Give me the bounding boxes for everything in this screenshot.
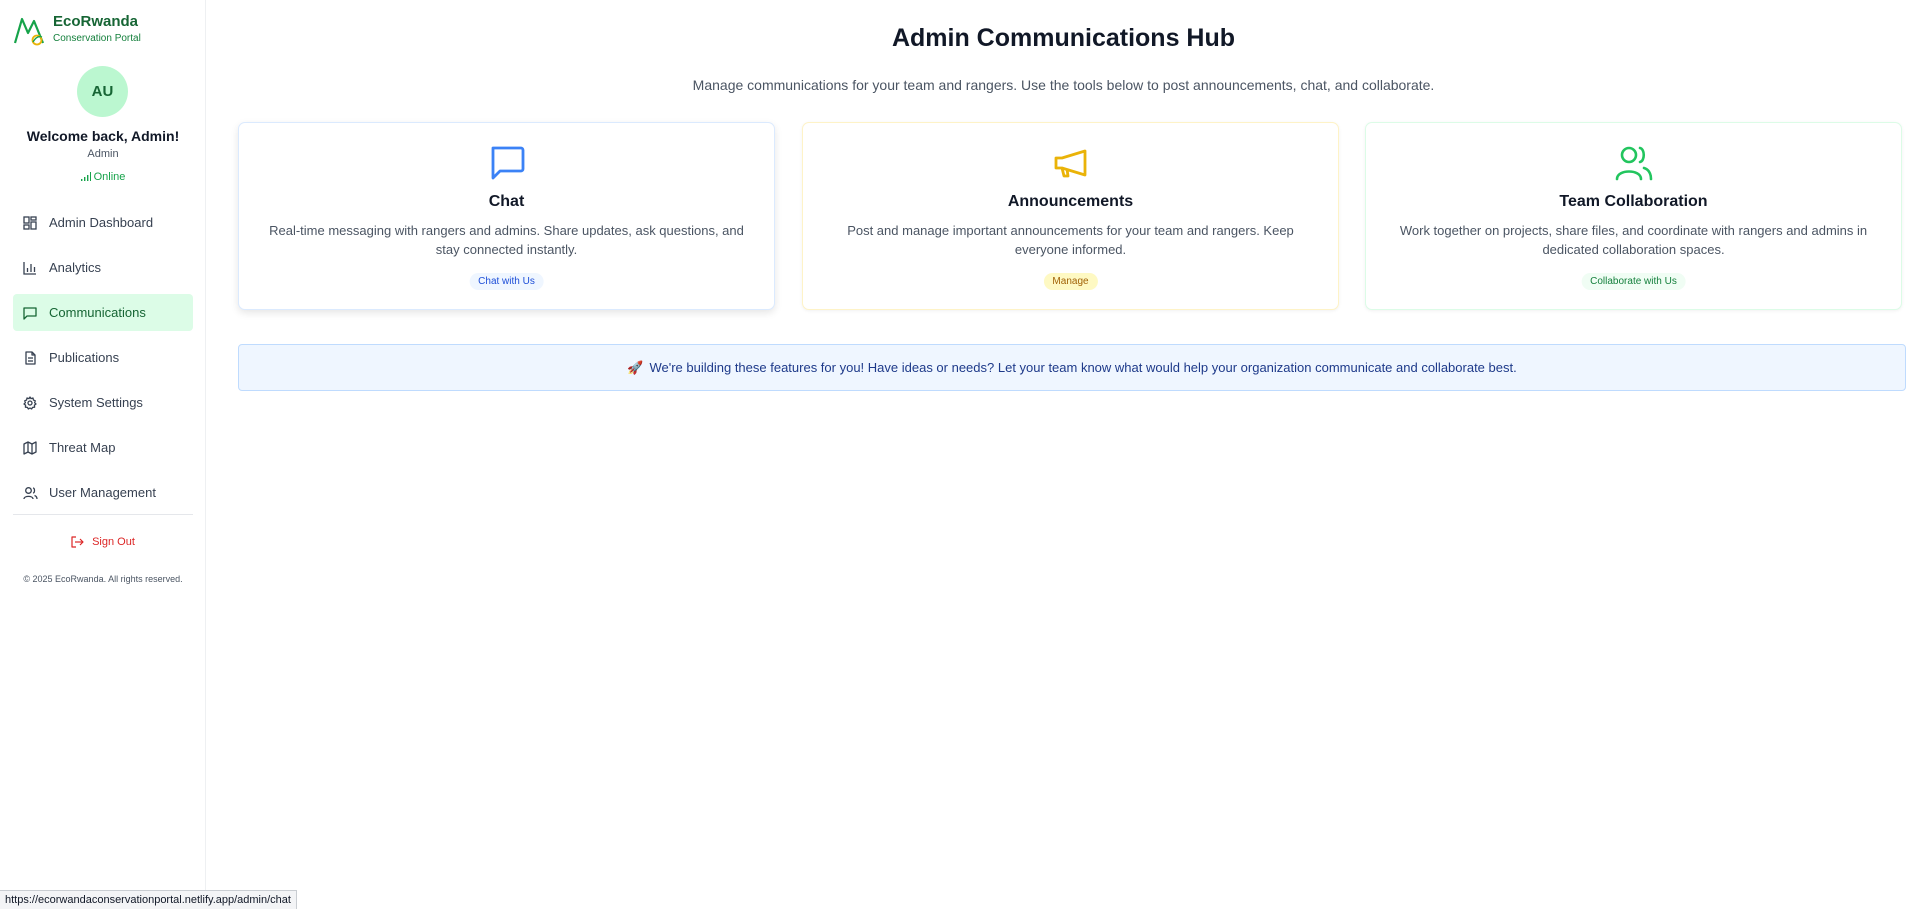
main-content: Admin Communications Hub Manage communic…	[207, 0, 1920, 909]
sidebar-item-label: Publications	[49, 350, 120, 365]
sidebar: EcoRwanda Conservation Portal AU Welcome…	[0, 0, 206, 909]
avatar[interactable]: AU	[77, 66, 128, 117]
sidebar-item-threat-map[interactable]: Threat Map	[13, 429, 193, 466]
page-title: Admin Communications Hub	[891, 24, 1236, 52]
welcome-message: Welcome back, Admin!	[26, 128, 180, 144]
card-description: Real-time messaging with rangers and adm…	[269, 223, 744, 257]
sidebar-item-analytics[interactable]: Analytics	[13, 249, 193, 286]
message-square-icon	[491, 146, 524, 180]
chat-with-us-badge[interactable]: Chat with Us	[469, 273, 544, 290]
sign-out-label: Sign Out	[92, 536, 135, 548]
map-icon	[23, 440, 39, 456]
sign-out-button[interactable]: Sign Out	[0, 536, 206, 548]
banner-text: We're building these features for you! H…	[649, 360, 1517, 375]
collaborate-with-us-badge[interactable]: Collaborate with Us	[1581, 273, 1686, 290]
users-icon	[23, 485, 39, 501]
sidebar-item-communications[interactable]: Communications	[13, 294, 193, 331]
card-description: Work together on projects, share files, …	[1399, 223, 1868, 257]
gear-icon	[23, 395, 39, 411]
sidebar-item-label: Threat Map	[49, 440, 116, 455]
signal-icon	[80, 172, 91, 181]
divider	[13, 514, 193, 515]
sidebar-item-label: User Management	[49, 485, 156, 500]
sidebar-item-user-management[interactable]: User Management	[13, 474, 193, 511]
rocket-icon: 🚀	[627, 359, 644, 375]
card-description: Post and manage important announcements …	[847, 223, 1294, 257]
brand-subtitle: Conservation Portal	[53, 33, 141, 44]
status-bar-url: https://ecorwandaconservationportal.netl…	[0, 890, 297, 909]
online-status-label: Online	[93, 171, 126, 183]
sidebar-item-label: Analytics	[49, 260, 102, 275]
sidebar-item-system-settings[interactable]: System Settings	[13, 384, 193, 421]
mountain-logo-icon	[13, 17, 45, 46]
brand[interactable]: EcoRwanda Conservation Portal	[13, 13, 141, 47]
sidebar-nav: Admin Dashboard Analytics Communications	[13, 204, 193, 519]
chat-card[interactable]: Chat Real-time messaging with rangers an…	[238, 122, 775, 310]
announcements-card[interactable]: Announcements Post and manage important …	[802, 122, 1339, 310]
user-role: Admin	[87, 148, 119, 160]
users-icon	[1615, 146, 1652, 181]
info-banner: 🚀 We're building these features for you!…	[238, 344, 1906, 391]
page-subtitle: Manage communications for your team and …	[692, 77, 1435, 93]
sidebar-item-label: Communications	[49, 305, 146, 320]
copyright: © 2025 EcoRwanda. All rights reserved.	[23, 574, 183, 584]
team-collaboration-card[interactable]: Team Collaboration Work together on proj…	[1365, 122, 1902, 310]
online-status: Online	[0, 171, 206, 183]
dashboard-grid-icon	[23, 215, 39, 231]
card-title: Announcements	[1007, 193, 1134, 210]
sidebar-item-label: System Settings	[49, 395, 143, 410]
card-title: Chat	[488, 193, 525, 210]
document-icon	[23, 350, 39, 366]
card-title: Team Collaboration	[1559, 193, 1708, 210]
brand-name: EcoRwanda	[53, 13, 139, 30]
bar-chart-icon	[23, 260, 39, 276]
sidebar-item-publications[interactable]: Publications	[13, 339, 193, 376]
megaphone-icon	[1054, 149, 1086, 178]
logout-icon	[71, 536, 84, 548]
manage-badge[interactable]: Manage	[1043, 273, 1098, 290]
message-square-icon	[23, 305, 39, 321]
sidebar-item-admin-dashboard[interactable]: Admin Dashboard	[13, 204, 193, 241]
sidebar-item-label: Admin Dashboard	[49, 215, 154, 230]
